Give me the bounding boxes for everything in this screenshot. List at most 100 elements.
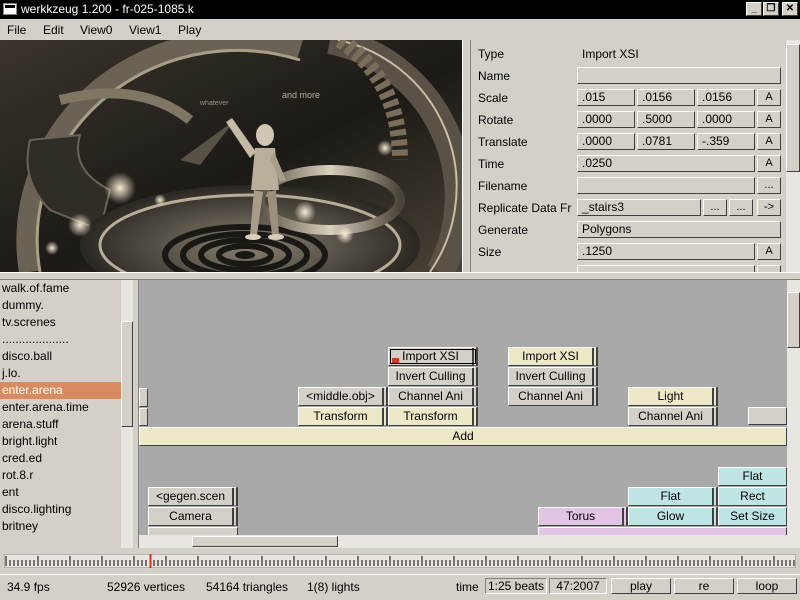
- op-set-size[interactable]: Set Size: [718, 507, 787, 526]
- timeline-ruler[interactable]: [4, 554, 796, 568]
- timeline[interactable]: [0, 548, 800, 574]
- page-list-scrollbar[interactable]: [121, 280, 133, 548]
- operator-graph[interactable]: Import XSI Invert Culling Channel Ani Tr…: [139, 280, 787, 535]
- op-rect[interactable]: Rect: [718, 487, 787, 506]
- render-viewport[interactable]: and more whatever: [0, 40, 462, 272]
- op-invert-culling[interactable]: Invert Culling: [508, 367, 598, 386]
- translate-anim-button[interactable]: A: [757, 133, 781, 150]
- op-invert-culling[interactable]: Invert Culling: [388, 367, 478, 386]
- op-stub[interactable]: [748, 407, 787, 425]
- filename-browse-button[interactable]: ...: [757, 177, 781, 194]
- size-anim-button[interactable]: A: [757, 243, 781, 260]
- op-stub[interactable]: [139, 408, 148, 426]
- time-anim-button[interactable]: A: [757, 155, 781, 172]
- graph-horizontal-scrollbar[interactable]: [139, 535, 787, 548]
- play-button[interactable]: play: [611, 578, 671, 594]
- prop-label-scale: Scale: [478, 91, 509, 105]
- page-item[interactable]: tv.screnes: [0, 314, 121, 331]
- op-channel-ani[interactable]: Channel Ani: [508, 387, 598, 406]
- op-flat[interactable]: Flat: [628, 487, 718, 506]
- op-light[interactable]: Light: [628, 387, 718, 406]
- op-gegen-scen-load[interactable]: <gegen.scen: [148, 487, 238, 506]
- op-partial-row[interactable]: [148, 527, 238, 535]
- op-glow[interactable]: Glow: [628, 507, 718, 526]
- graph-vertical-scrollbar[interactable]: [787, 280, 800, 548]
- properties-scrollbar[interactable]: [786, 40, 800, 272]
- generate-dropdown[interactable]: Polygons: [577, 221, 781, 238]
- op-channel-ani[interactable]: Channel Ani: [388, 387, 478, 406]
- prop-type-value: Import XSI: [582, 47, 639, 61]
- filename-field[interactable]: [577, 177, 755, 194]
- prop-label-generate: Generate: [478, 223, 529, 237]
- replicate-field[interactable]: _stairs3: [577, 199, 701, 216]
- page-item[interactable]: j.lo.: [0, 365, 121, 382]
- clock-time-field[interactable]: 47:2007: [549, 578, 607, 594]
- op-torus[interactable]: Torus: [538, 507, 628, 526]
- rotate-y-field[interactable]: .5000: [637, 111, 695, 128]
- page-list-scroll-thumb[interactable]: [121, 321, 133, 427]
- page-item[interactable]: bright.light: [0, 433, 121, 450]
- op-partial-row[interactable]: [538, 527, 787, 535]
- replicate-browse-button[interactable]: ...: [703, 199, 727, 216]
- next-property-button[interactable]: [757, 265, 781, 272]
- page-item-selected[interactable]: enter.arena: [0, 382, 121, 399]
- rotate-x-field[interactable]: .0000: [577, 111, 635, 128]
- time-field[interactable]: .0250: [577, 155, 755, 172]
- graph-vscroll-thumb[interactable]: [787, 292, 800, 348]
- loop-button[interactable]: loop: [737, 578, 797, 594]
- minimize-button[interactable]: _: [746, 2, 762, 16]
- properties-scroll-thumb[interactable]: [786, 44, 800, 172]
- page-item[interactable]: enter.arena.time: [0, 399, 121, 416]
- page-item[interactable]: rot.8.r: [0, 467, 121, 484]
- menu-view0[interactable]: View0: [80, 23, 112, 37]
- op-add[interactable]: Add: [139, 427, 787, 446]
- op-camera[interactable]: Camera: [148, 507, 238, 526]
- fps-readout: 34.9 fps: [7, 580, 50, 594]
- translate-x-field[interactable]: .0000: [577, 133, 635, 150]
- next-property-field[interactable]: [577, 265, 755, 272]
- page-item[interactable]: disco.lighting: [0, 501, 121, 518]
- scale-z-field[interactable]: .0156: [697, 89, 755, 106]
- scale-y-field[interactable]: .0156: [637, 89, 695, 106]
- graph-hscroll-thumb[interactable]: [192, 536, 338, 547]
- menu-play[interactable]: Play: [178, 23, 201, 37]
- translate-z-field[interactable]: -.359: [697, 133, 755, 150]
- op-import-xsi[interactable]: Import XSI: [388, 347, 478, 366]
- op-transform[interactable]: Transform: [298, 407, 388, 426]
- re-button[interactable]: re: [674, 578, 734, 594]
- op-channel-ani[interactable]: Channel Ani: [628, 407, 718, 426]
- page-item[interactable]: walk.of.fame: [0, 280, 121, 297]
- triangles-readout: 54164 triangles: [206, 580, 289, 594]
- page-item[interactable]: arena.stuff: [0, 416, 121, 433]
- page-item[interactable]: cred.ed: [0, 450, 121, 467]
- maximize-button[interactable]: ❐: [763, 2, 779, 16]
- page-item[interactable]: ent: [0, 484, 121, 501]
- replicate-goto-button[interactable]: ->: [757, 199, 781, 216]
- name-field[interactable]: [577, 67, 781, 84]
- beat-time-field[interactable]: 1:25 beats: [485, 578, 547, 594]
- op-transform[interactable]: Transform: [388, 407, 478, 426]
- page-item[interactable]: britney: [0, 518, 121, 535]
- viewport-splitter[interactable]: [462, 40, 471, 272]
- menu-file[interactable]: File: [7, 23, 26, 37]
- replicate-browse-button-2[interactable]: ...: [729, 199, 753, 216]
- op-import-xsi[interactable]: Import XSI: [508, 347, 598, 366]
- page-item[interactable]: dummy.: [0, 297, 121, 314]
- scale-anim-button[interactable]: A: [757, 89, 781, 106]
- panel-splitter[interactable]: [0, 272, 800, 280]
- scale-x-field[interactable]: .015: [577, 89, 635, 106]
- rotate-z-field[interactable]: .0000: [697, 111, 755, 128]
- size-field[interactable]: .1250: [577, 243, 755, 260]
- op-stub[interactable]: [139, 388, 148, 407]
- page-item[interactable]: disco.ball: [0, 348, 121, 365]
- translate-y-field[interactable]: .0781: [637, 133, 695, 150]
- menu-view1[interactable]: View1: [129, 23, 161, 37]
- op-flat[interactable]: Flat: [718, 467, 787, 486]
- close-button[interactable]: ✕: [782, 2, 798, 16]
- op-middle-obj-load[interactable]: <middle.obj>: [298, 387, 388, 406]
- rotate-anim-button[interactable]: A: [757, 111, 781, 128]
- app-icon[interactable]: [3, 3, 17, 15]
- page-item[interactable]: ....................: [0, 331, 121, 348]
- menu-edit[interactable]: Edit: [43, 23, 64, 37]
- viewport-overlay-text: whatever: [200, 100, 229, 107]
